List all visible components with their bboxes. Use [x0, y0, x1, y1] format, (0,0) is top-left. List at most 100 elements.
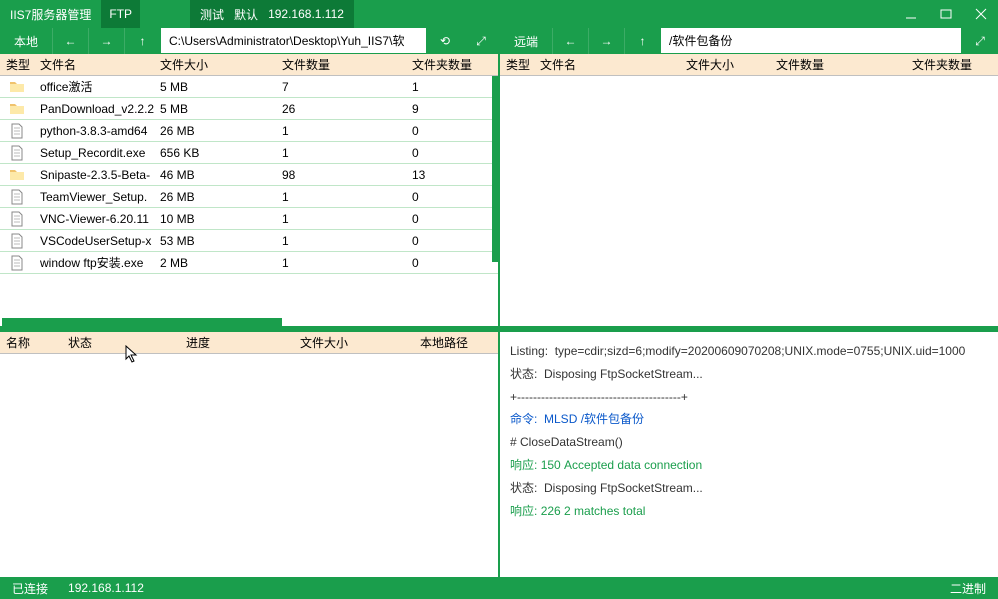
folder-count: 1	[406, 80, 498, 94]
tcol-name[interactable]: 名称	[0, 334, 62, 351]
folder-icon	[0, 101, 34, 117]
tab-ip: 192.168.1.112	[268, 7, 344, 21]
folder-count: 9	[406, 102, 498, 116]
local-file-list[interactable]: office激活5 MB71PanDownload_v2.2.25 MB269p…	[0, 76, 498, 316]
file-count: 1	[276, 212, 406, 226]
table-row[interactable]: python-3.8.3-amd6426 MB10	[0, 120, 498, 142]
scrollbar-thumb[interactable]	[492, 76, 498, 262]
local-label: 本地	[0, 28, 52, 54]
file-count: 1	[276, 256, 406, 270]
folder-count: 13	[406, 168, 498, 182]
file-count: 1	[276, 190, 406, 204]
col-files[interactable]: 文件数量	[770, 56, 906, 73]
local-forward-button[interactable]: →	[88, 28, 124, 54]
folder-count: 0	[406, 146, 498, 160]
table-row[interactable]: window ftp安装.exe2 MB10	[0, 252, 498, 274]
file-size: 10 MB	[154, 212, 276, 226]
close-button[interactable]	[963, 0, 998, 28]
log-line: 状态: Disposing FtpSocketStream...	[510, 363, 988, 386]
local-refresh-button[interactable]: ⟲	[427, 28, 463, 54]
status-ip: 192.168.1.112	[68, 581, 144, 595]
col-name[interactable]: 文件名	[534, 56, 680, 73]
file-name: Setup_Recordit.exe	[34, 146, 154, 160]
log-panel: Listing: type=cdir;sizd=6;modify=2020060…	[500, 332, 998, 582]
log-line: +---------------------------------------…	[510, 386, 988, 409]
log-line: 状态: Disposing FtpSocketStream...	[510, 477, 988, 500]
tcol-progress[interactable]: 进度	[180, 334, 294, 351]
table-row[interactable]: office激活5 MB71	[0, 76, 498, 98]
file-size: 5 MB	[154, 102, 276, 116]
tab-test: 测试	[200, 6, 224, 23]
tab-default: 默认	[234, 6, 258, 23]
file-size: 53 MB	[154, 234, 276, 248]
local-back-button[interactable]: ←	[52, 28, 88, 54]
table-row[interactable]: TeamViewer_Setup.26 MB10	[0, 186, 498, 208]
file-name: VNC-Viewer-6.20.11	[34, 212, 154, 226]
col-dirs[interactable]: 文件夹数量	[406, 56, 498, 73]
minimize-button[interactable]	[893, 0, 928, 28]
tcol-state[interactable]: 状态	[62, 334, 180, 351]
col-size[interactable]: 文件大小	[680, 56, 770, 73]
file-icon	[0, 189, 34, 205]
col-files[interactable]: 文件数量	[276, 56, 406, 73]
folder-count: 0	[406, 234, 498, 248]
file-name: VSCodeUserSetup-x	[34, 234, 154, 248]
log-line: 命令: MLSD /软件包备份	[510, 408, 988, 431]
connection-tab[interactable]: 测试 默认 192.168.1.112	[190, 0, 354, 28]
col-dirs[interactable]: 文件夹数量	[906, 56, 998, 73]
log-line: 响应: 226 2 matches total	[510, 500, 988, 523]
remote-up-button[interactable]: ↑	[624, 28, 660, 54]
file-count: 98	[276, 168, 406, 182]
local-pane: 类型 文件名 文件大小 文件数量 文件夹数量 office激活5 MB71Pan…	[0, 54, 500, 326]
folder-count: 0	[406, 190, 498, 204]
local-up-button[interactable]: ↑	[124, 28, 160, 54]
remote-file-list[interactable]	[500, 76, 998, 326]
table-row[interactable]: VSCodeUserSetup-x53 MB10	[0, 230, 498, 252]
folder-icon	[0, 167, 34, 183]
file-size: 46 MB	[154, 168, 276, 182]
col-type[interactable]: 类型	[500, 56, 534, 73]
file-name: TeamViewer_Setup.	[34, 190, 154, 204]
titlebar: IIS7服务器管理 FTP 测试 默认 192.168.1.112	[0, 0, 998, 28]
log-line: Listing: type=cdir;sizd=6;modify=2020060…	[510, 340, 988, 363]
tcol-size[interactable]: 文件大小	[294, 334, 414, 351]
remote-columns: 类型 文件名 文件大小 文件数量 文件夹数量	[500, 54, 998, 76]
folder-icon	[0, 79, 34, 95]
file-count: 7	[276, 80, 406, 94]
ftp-tag: FTP	[101, 0, 140, 28]
status-mode: 二进制	[950, 580, 986, 597]
file-icon	[0, 211, 34, 227]
table-row[interactable]: Setup_Recordit.exe656 KB10	[0, 142, 498, 164]
log-line: # CloseDataStream()	[510, 431, 988, 454]
file-name: office激活	[34, 78, 154, 95]
file-count: 26	[276, 102, 406, 116]
file-name: window ftp安装.exe	[34, 254, 154, 271]
file-icon	[0, 145, 34, 161]
local-path-input[interactable]: C:\Users\Administrator\Desktop\Yuh_IIS7\…	[160, 28, 427, 54]
remote-forward-button[interactable]: →	[588, 28, 624, 54]
file-icon	[0, 123, 34, 139]
col-size[interactable]: 文件大小	[154, 56, 276, 73]
folder-count: 0	[406, 256, 498, 270]
remote-expand-button[interactable]: ⤢	[962, 28, 998, 54]
col-name[interactable]: 文件名	[34, 56, 154, 73]
tcol-path[interactable]: 本地路径	[414, 334, 498, 351]
col-type[interactable]: 类型	[0, 56, 34, 73]
local-expand-button[interactable]: ⤢	[463, 28, 499, 54]
table-row[interactable]: Snipaste-2.3.5-Beta-46 MB9813	[0, 164, 498, 186]
remote-path-input[interactable]: /软件包备份	[660, 28, 962, 54]
remote-label: 远端	[500, 28, 552, 54]
folder-count: 0	[406, 212, 498, 226]
progress-bar	[2, 318, 282, 326]
table-row[interactable]: PanDownload_v2.2.25 MB269	[0, 98, 498, 120]
table-row[interactable]: VNC-Viewer-6.20.1110 MB10	[0, 208, 498, 230]
file-icon	[0, 255, 34, 271]
file-name: python-3.8.3-amd64	[34, 124, 154, 138]
statusbar: 已连接 192.168.1.112 二进制	[0, 577, 998, 599]
maximize-button[interactable]	[928, 0, 963, 28]
remote-back-button[interactable]: ←	[552, 28, 588, 54]
remote-pane: 类型 文件名 文件大小 文件数量 文件夹数量	[500, 54, 998, 326]
file-name: PanDownload_v2.2.2	[34, 102, 154, 116]
file-size: 5 MB	[154, 80, 276, 94]
file-size: 656 KB	[154, 146, 276, 160]
